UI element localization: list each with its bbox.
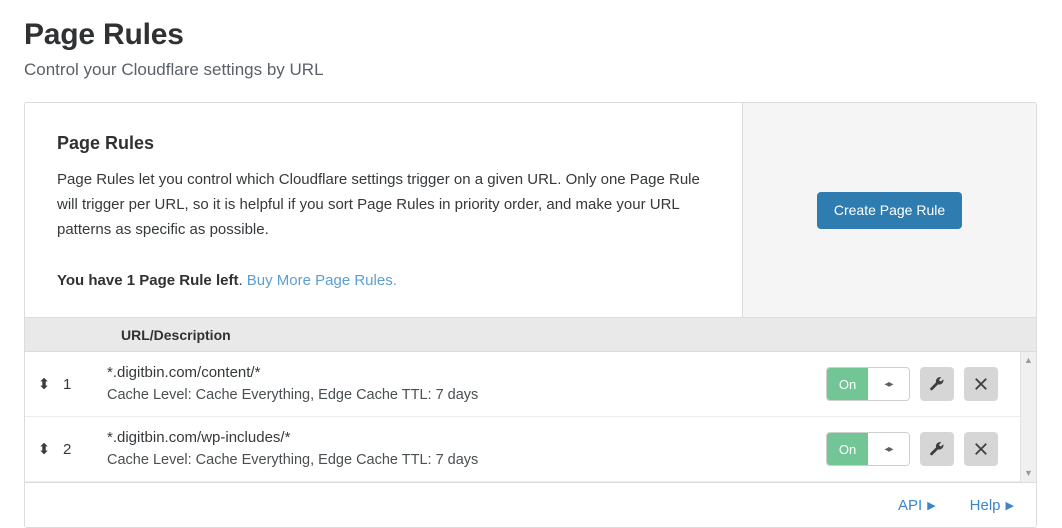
card-top-section: Page Rules Page Rules let you control wh… (25, 103, 1036, 317)
rule-url: *.digitbin.com/wp-includes/* (107, 429, 291, 446)
close-icon (974, 442, 988, 456)
page-title: Page Rules (24, 18, 184, 51)
column-header-url-description: URL/Description (121, 326, 231, 343)
rule-status-toggle[interactable]: On ◂▸ (826, 432, 910, 466)
table-row[interactable]: ⬍ 1 *.digitbin.com/content/* Cache Level… (25, 352, 1036, 417)
api-link-label: API (898, 496, 923, 514)
quota-text: You have 1 Page Rule left (57, 272, 239, 289)
buy-more-page-rules-link[interactable]: Buy More Page Rules. (247, 272, 397, 289)
wrench-icon (929, 376, 945, 392)
toggle-knob-icon: ◂▸ (868, 368, 909, 400)
chevron-right-icon: ▶ (1005, 499, 1014, 512)
help-link[interactable]: Help ▶ (970, 497, 1014, 514)
rules-table-body: ⬍ 1 *.digitbin.com/content/* Cache Level… (25, 352, 1036, 482)
rule-rank: 1 (63, 375, 72, 393)
edit-rule-button[interactable] (920, 432, 954, 466)
table-row[interactable]: ⬍ 2 *.digitbin.com/wp-includes/* Cache L… (25, 417, 1036, 482)
drag-handle-icon[interactable]: ⬍ (25, 375, 63, 393)
rule-description-cell: *.digitbin.com/wp-includes/* Cache Level… (97, 427, 826, 471)
page-rules-card: Page Rules Page Rules let you control wh… (24, 102, 1037, 528)
toggle-state-label: On (827, 433, 868, 465)
scroll-up-arrow-icon[interactable]: ▲ (1024, 356, 1033, 365)
table-header-row: URL/Description (25, 317, 1036, 352)
intro-panel: Page Rules Page Rules let you control wh… (25, 103, 742, 317)
page-subtitle: Control your Cloudflare settings by URL (24, 60, 324, 79)
rule-description-cell: *.digitbin.com/content/* Cache Level: Ca… (97, 362, 826, 406)
quota-line: You have 1 Page Rule left. Buy More Page… (57, 268, 708, 293)
intro-title: Page Rules (57, 133, 155, 153)
rule-rank: 2 (63, 440, 72, 458)
card-footer: API ▶ Help ▶ (25, 482, 1036, 527)
chevron-right-icon: ▶ (927, 499, 936, 512)
rule-actions: On ◂▸ (826, 432, 1020, 466)
api-link[interactable]: API ▶ (898, 497, 936, 514)
delete-rule-button[interactable] (964, 367, 998, 401)
create-page-rule-button[interactable]: Create Page Rule (816, 191, 963, 229)
delete-rule-button[interactable] (964, 432, 998, 466)
close-icon (974, 377, 988, 391)
rule-url: *.digitbin.com/content/* (107, 364, 261, 381)
create-panel: Create Page Rule (742, 103, 1036, 317)
intro-description: Page Rules let you control which Cloudfl… (57, 171, 700, 238)
rule-actions: On ◂▸ (826, 367, 1020, 401)
drag-handle-icon[interactable]: ⬍ (25, 440, 63, 458)
page-rules-screen: Page Rules Control your Cloudflare setti… (0, 0, 1062, 528)
scroll-down-arrow-icon[interactable]: ▼ (1024, 469, 1033, 478)
quota-period: . (238, 272, 243, 289)
help-link-label: Help (969, 496, 1001, 514)
edit-rule-button[interactable] (920, 367, 954, 401)
toggle-knob-icon: ◂▸ (868, 433, 909, 465)
rule-settings: Cache Level: Cache Everything, Edge Cach… (107, 387, 479, 403)
wrench-icon (929, 441, 945, 457)
rule-status-toggle[interactable]: On ◂▸ (826, 367, 910, 401)
rule-settings: Cache Level: Cache Everything, Edge Cach… (107, 452, 479, 468)
table-scrollbar[interactable]: ▲ ▼ (1020, 352, 1036, 482)
toggle-state-label: On (827, 368, 868, 400)
